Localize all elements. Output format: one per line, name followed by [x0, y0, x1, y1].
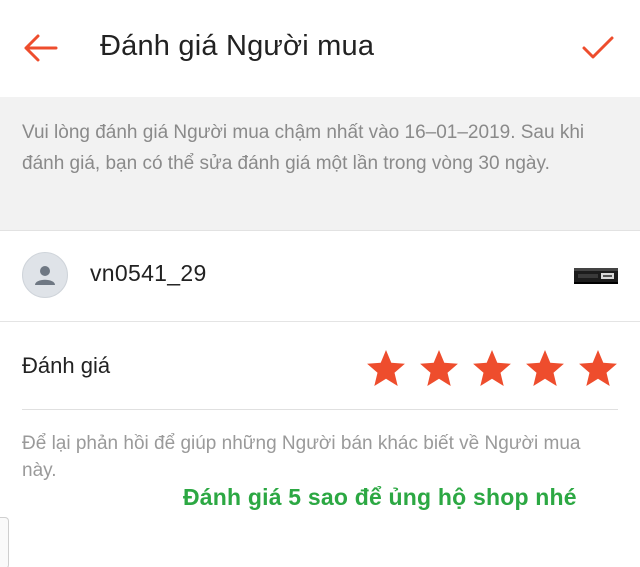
buyer-username: vn0541_29	[90, 260, 207, 286]
confirm-button[interactable]	[574, 28, 622, 68]
star-rating[interactable]	[366, 348, 618, 388]
divider	[22, 409, 618, 410]
rating-label: Đánh giá	[22, 353, 111, 378]
buyer-row: vn0541_29	[0, 232, 640, 322]
promo-caption: Đánh giá 5 sao để ủng hộ shop nhé	[183, 484, 577, 510]
user-icon	[35, 266, 55, 285]
feedback-input[interactable]: Để lại phản hồi để giúp những Người bán …	[22, 430, 612, 484]
notice-text: Vui lòng đánh giá Người mua chậm nhất và…	[22, 122, 585, 174]
star-icon[interactable]	[419, 348, 459, 388]
rating-row: Đánh giá	[0, 322, 640, 410]
back-button[interactable]	[18, 28, 62, 68]
star-icon[interactable]	[525, 348, 565, 388]
product-thumbnail	[574, 268, 618, 284]
app-header: Đánh giá Người mua	[0, 0, 640, 97]
star-icon[interactable]	[366, 348, 406, 388]
checkmark-icon	[582, 36, 614, 59]
input-edge	[0, 517, 9, 567]
star-icon[interactable]	[472, 348, 512, 388]
avatar	[22, 252, 68, 298]
page-title: Đánh giá Người mua	[100, 30, 375, 62]
deadline-notice: Vui lòng đánh giá Người mua chậm nhất và…	[0, 97, 640, 231]
star-icon[interactable]	[578, 348, 618, 388]
arrow-left-icon	[24, 34, 58, 62]
